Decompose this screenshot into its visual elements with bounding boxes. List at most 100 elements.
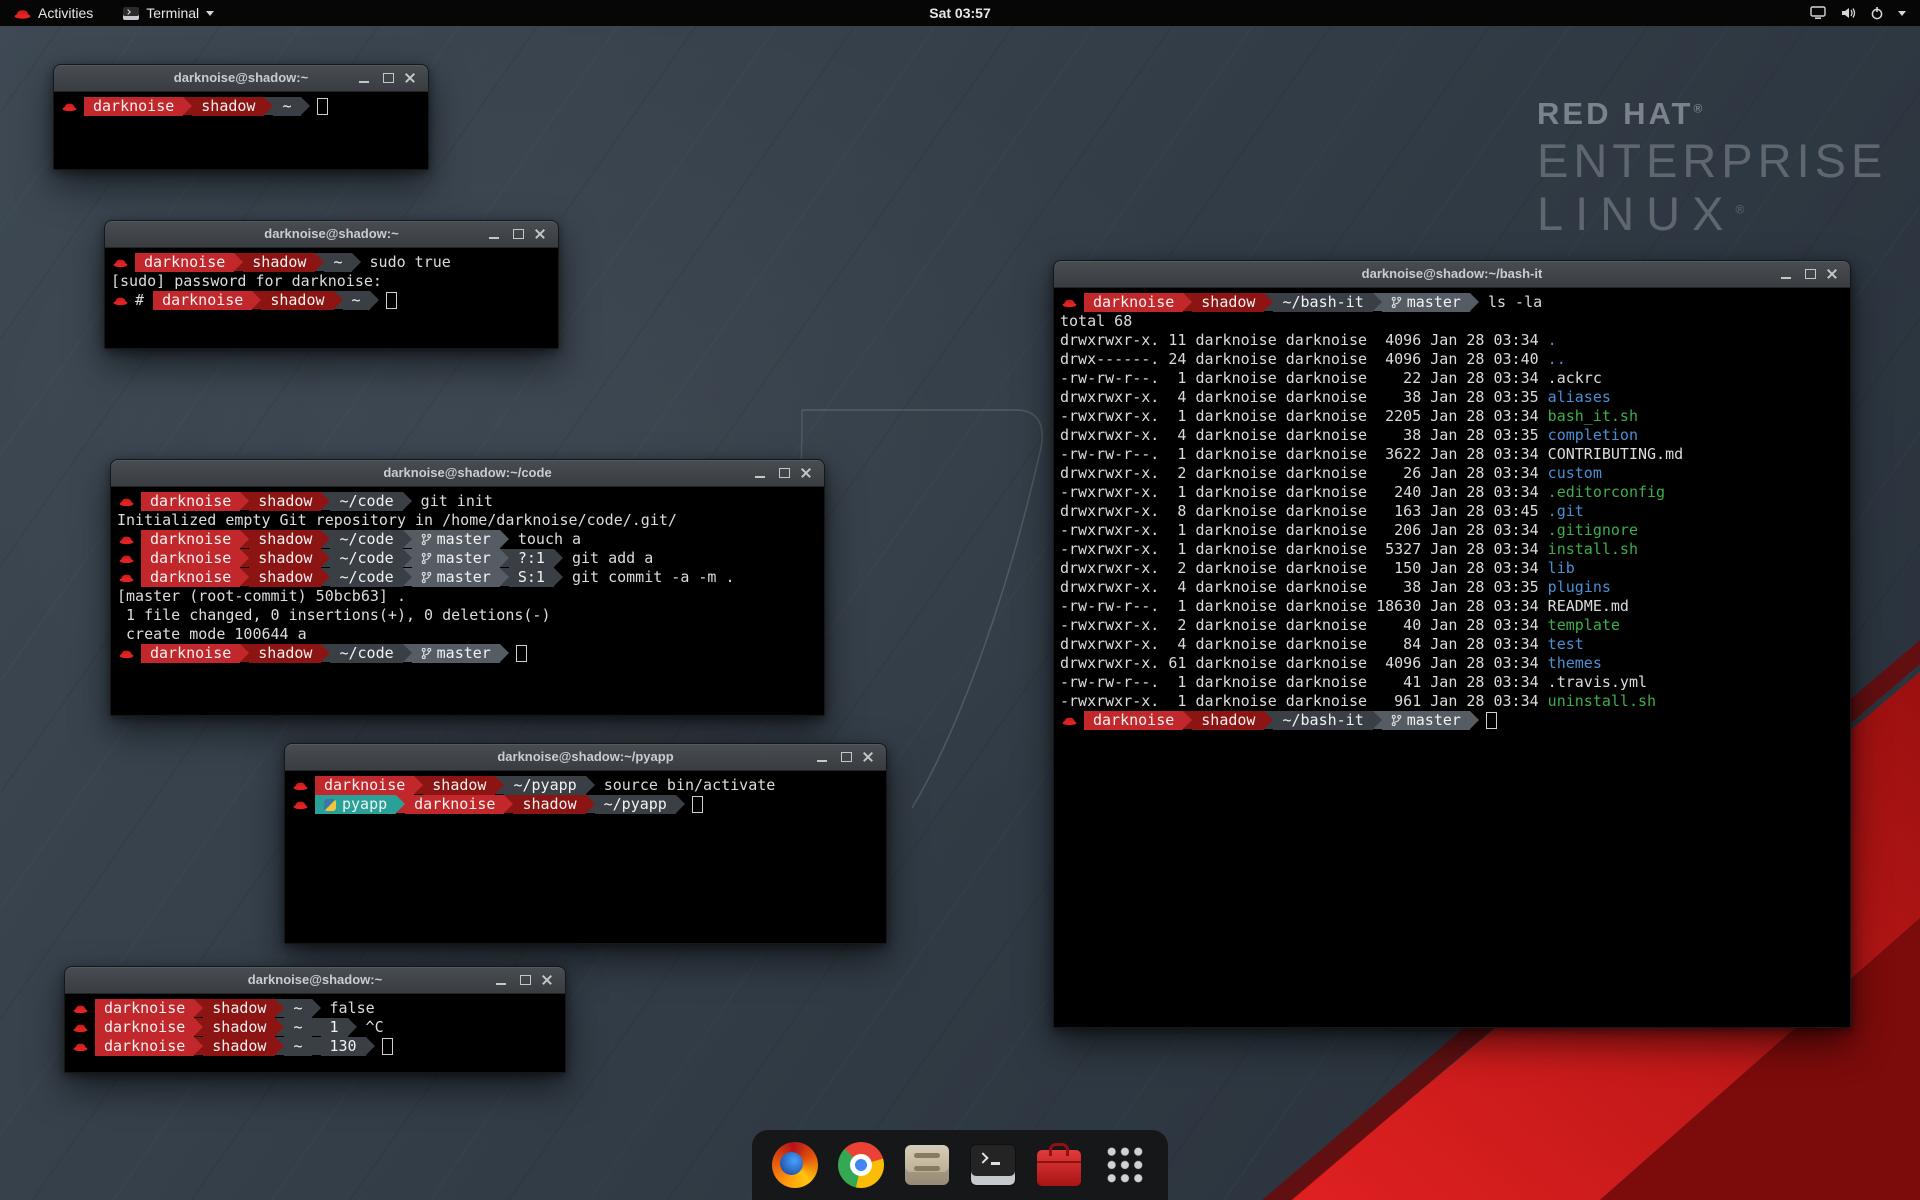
minimize-button[interactable] bbox=[352, 65, 376, 91]
powerline-separator bbox=[504, 795, 513, 813]
powerline-separator bbox=[500, 644, 509, 662]
window-titlebar[interactable]: darknoise@shadow:~/bash-it bbox=[1054, 261, 1850, 288]
app-menu-terminal[interactable]: Terminal bbox=[119, 0, 218, 26]
terminal-text: drwxrwxr-x. 4 darknoise darknoise 84 Jan… bbox=[1060, 635, 1548, 654]
terminal-text: README.md bbox=[1548, 597, 1629, 616]
minimize-button[interactable] bbox=[489, 967, 513, 993]
terminal-text: custom bbox=[1548, 464, 1602, 483]
dock-icon-toolbox[interactable] bbox=[1036, 1142, 1082, 1188]
dock-icon-app-grid[interactable] bbox=[1102, 1142, 1148, 1188]
close-button[interactable] bbox=[1820, 261, 1844, 287]
terminal-text: -rwxrwxr-x. 1 darknoise darknoise 961 Ja… bbox=[1060, 692, 1548, 711]
terminal-line: create mode 100644 a bbox=[117, 625, 824, 644]
terminal-text: git add a bbox=[563, 549, 653, 568]
powerline-separator bbox=[321, 644, 330, 662]
powerline-separator bbox=[275, 1018, 284, 1036]
power-icon[interactable] bbox=[1870, 6, 1884, 20]
powerline-separator bbox=[554, 568, 563, 586]
terminal-window[interactable]: darknoise@shadow:~ darknoiseshadow~ fals… bbox=[64, 966, 566, 1073]
terminal-line: drwxrwxr-x. 4 darknoise darknoise 38 Jan… bbox=[1060, 426, 1850, 445]
powerline-separator bbox=[1373, 293, 1382, 311]
maximize-button[interactable] bbox=[506, 221, 530, 247]
terminal-cursor bbox=[1486, 712, 1497, 729]
powerline-separator bbox=[500, 530, 509, 548]
dock-icon-terminal[interactable] bbox=[970, 1142, 1016, 1188]
close-button[interactable] bbox=[528, 221, 552, 247]
terminal-content[interactable]: darknoiseshadow~/bash-itmaster ls -latot… bbox=[1054, 288, 1850, 1027]
prompt-segment: ~ bbox=[284, 1018, 311, 1037]
terminal-text: drwxrwxr-x. 61 darknoise darknoise 4096 … bbox=[1060, 654, 1548, 673]
terminal-content[interactable]: darknoiseshadow~ bbox=[54, 92, 428, 169]
terminal-window[interactable]: darknoise@shadow:~ darknoiseshadow~ sudo… bbox=[104, 220, 559, 349]
terminal-text: lib bbox=[1548, 559, 1575, 578]
clock[interactable]: Sat 03:57 bbox=[929, 5, 990, 21]
terminal-text: -rw-rw-r--. 1 darknoise darknoise 3622 J… bbox=[1060, 445, 1548, 464]
close-button[interactable] bbox=[856, 744, 880, 770]
terminal-cursor bbox=[386, 292, 397, 309]
close-button[interactable] bbox=[794, 460, 818, 486]
prompt-segment: master bbox=[412, 549, 500, 568]
registered-mark: ® bbox=[1693, 102, 1705, 116]
powerline-separator bbox=[312, 1037, 321, 1055]
prompt-segment: master bbox=[1382, 293, 1470, 312]
window-titlebar[interactable]: darknoise@shadow:~/pyapp bbox=[285, 744, 886, 771]
window-titlebar[interactable]: darknoise@shadow:~ bbox=[65, 967, 565, 994]
dock-icon-files[interactable] bbox=[904, 1142, 950, 1188]
minimize-button[interactable] bbox=[810, 744, 834, 770]
powerline-separator bbox=[1183, 293, 1192, 311]
terminal-content[interactable]: darknoiseshadow~ sudo true[sudo] passwor… bbox=[105, 248, 558, 348]
terminal-line: darknoiseshadow~130 bbox=[71, 1037, 565, 1056]
prompt-segment: darknoise bbox=[141, 492, 240, 511]
window-title: darknoise@shadow:~ bbox=[264, 226, 398, 241]
terminal-window[interactable]: darknoise@shadow:~/code darknoiseshadow~… bbox=[110, 459, 825, 716]
powerline-separator bbox=[403, 568, 412, 586]
prompt-segment: shadow bbox=[261, 291, 333, 310]
maximize-button[interactable] bbox=[376, 65, 400, 91]
app-grid-icon bbox=[1105, 1145, 1145, 1185]
prompt-segment: pyapp bbox=[315, 795, 396, 814]
terminal-content[interactable]: darknoiseshadow~/code git initInitialize… bbox=[111, 487, 824, 715]
maximize-button[interactable] bbox=[772, 460, 796, 486]
chevron-down-icon[interactable] bbox=[1898, 11, 1906, 16]
terminal-line: darknoiseshadow~ false bbox=[71, 999, 565, 1018]
minimize-button[interactable] bbox=[1774, 261, 1798, 287]
terminal-line: darknoiseshadow~/bash-itmaster ls -la bbox=[1060, 293, 1850, 312]
terminal-text: ls -la bbox=[1479, 293, 1542, 312]
terminal-text: -rwxrwxr-x. 2 darknoise darknoise 40 Jan… bbox=[1060, 616, 1548, 635]
prompt-segment: darknoise bbox=[315, 776, 414, 795]
terminal-content[interactable]: darknoiseshadow~ falsedarknoiseshadow~1 … bbox=[65, 994, 565, 1072]
powerline-separator bbox=[500, 549, 509, 567]
terminal-line: [sudo] password for darknoise: bbox=[111, 272, 558, 291]
terminal-window-focused[interactable]: darknoise@shadow:~/bash-it darknoiseshad… bbox=[1053, 260, 1851, 1028]
maximize-button[interactable] bbox=[1798, 261, 1822, 287]
volume-icon[interactable] bbox=[1840, 6, 1856, 20]
dock-icon-chrome[interactable] bbox=[838, 1142, 884, 1188]
close-button[interactable] bbox=[398, 65, 422, 91]
powerline-separator bbox=[275, 1037, 284, 1055]
prompt-segment: ~/code bbox=[330, 549, 402, 568]
powerline-separator bbox=[194, 999, 203, 1017]
terminal-text: drwx------. 24 darknoise darknoise 4096 … bbox=[1060, 350, 1548, 369]
terminal-text: -rw-rw-r--. 1 darknoise darknoise 41 Jan… bbox=[1060, 673, 1548, 692]
redhat-icon bbox=[119, 644, 134, 663]
window-titlebar[interactable]: darknoise@shadow:~ bbox=[105, 221, 558, 248]
terminal-text: drwxrwxr-x. 8 darknoise darknoise 163 Ja… bbox=[1060, 502, 1548, 521]
display-icon[interactable] bbox=[1810, 6, 1826, 20]
maximize-button[interactable] bbox=[834, 744, 858, 770]
terminal-text: # bbox=[135, 291, 153, 310]
terminal-window[interactable]: darknoise@shadow:~ darknoiseshadow~ bbox=[53, 64, 429, 170]
powerline-separator bbox=[321, 568, 330, 586]
window-titlebar[interactable]: darknoise@shadow:~ bbox=[54, 65, 428, 92]
powerline-separator bbox=[301, 97, 310, 115]
terminal-window[interactable]: darknoise@shadow:~/pyapp darknoiseshadow… bbox=[284, 743, 887, 944]
close-button[interactable] bbox=[535, 967, 559, 993]
minimize-button[interactable] bbox=[482, 221, 506, 247]
terminal-content[interactable]: darknoiseshadow~/pyapp source bin/activa… bbox=[285, 771, 886, 943]
prompt-segment: ~/code bbox=[330, 492, 402, 511]
minimize-button[interactable] bbox=[748, 460, 772, 486]
prompt-segment: ~/code bbox=[330, 530, 402, 549]
activities-button[interactable]: Activities bbox=[10, 0, 97, 26]
dock-icon-firefox[interactable] bbox=[772, 1142, 818, 1188]
maximize-button[interactable] bbox=[513, 967, 537, 993]
window-titlebar[interactable]: darknoise@shadow:~/code bbox=[111, 460, 824, 487]
